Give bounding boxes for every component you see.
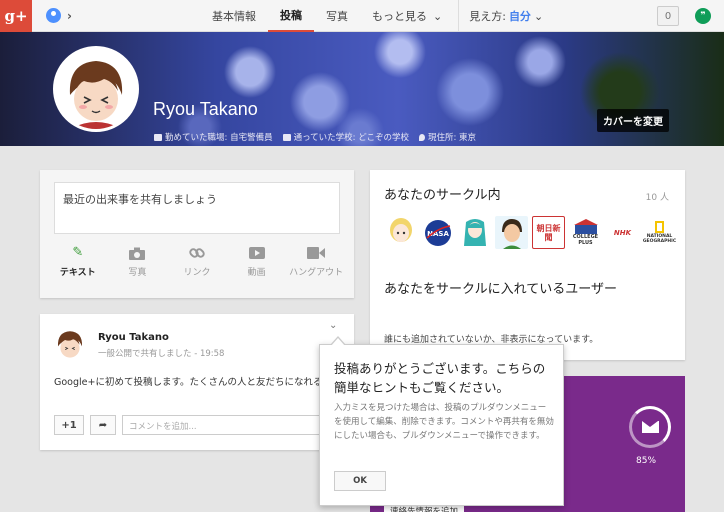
share-link-label: リンク bbox=[183, 268, 211, 278]
chevron-right-icon: › bbox=[67, 8, 72, 23]
view-as-label: 見え方: bbox=[469, 10, 506, 23]
circle-member-avatar[interactable]: NASA bbox=[421, 216, 454, 249]
completion-percent: 85% bbox=[636, 456, 657, 466]
post-author-avatar[interactable] bbox=[54, 328, 86, 360]
share-photo-label: 写真 bbox=[128, 268, 147, 278]
avatar-illustration bbox=[54, 328, 86, 360]
natgeo-frame-icon bbox=[655, 221, 664, 233]
share-hangout-label: ハングアウト bbox=[289, 268, 344, 278]
share-text-button[interactable]: ✎ テキスト bbox=[48, 245, 108, 279]
circle-member-label: NATIONAL GEOGRAPHIC bbox=[643, 234, 676, 244]
share-video-button[interactable]: 動画 bbox=[227, 246, 287, 278]
graduation-cap-icon bbox=[282, 133, 291, 141]
tab-posts[interactable]: 投稿 bbox=[268, 0, 314, 32]
circles-card: あなたのサークル内 10 人 NASA 朝日新聞 COLLEGE PLUS NH… bbox=[370, 170, 685, 360]
circles-title: あなたのサークル内 bbox=[384, 188, 501, 203]
chevron-down-icon: ⌄ bbox=[533, 9, 544, 23]
share-hangout-button[interactable]: ハングアウト bbox=[286, 246, 346, 278]
hangouts-icon[interactable]: ❞ bbox=[695, 8, 711, 24]
profile-icon bbox=[46, 8, 61, 23]
tab-more[interactable]: もっと見る ⌄ bbox=[360, 0, 454, 32]
location-info: 現住所: 東京 bbox=[418, 131, 477, 143]
popup-body: 入力ミスを見つけた場合は、投稿のプルダウンメニューを使用して編集、削除できます。… bbox=[334, 403, 554, 441]
post-card: Ryou Takano 一般公開で共有しました - 19:58 ⌄ Google… bbox=[40, 314, 354, 450]
profile-name: Ryou Takano bbox=[153, 99, 258, 119]
share-text-label: テキスト bbox=[59, 268, 96, 278]
pencil-icon: ✎ bbox=[72, 245, 84, 260]
tab-photos[interactable]: 写真 bbox=[314, 0, 360, 32]
link-icon bbox=[188, 246, 206, 260]
tab-more-label: もっと見る bbox=[372, 10, 427, 23]
school-text: 通っていた学校: どこぞの学校 bbox=[293, 133, 409, 143]
in-circles-title: あなたをサークルに入れているユーザー bbox=[384, 282, 617, 297]
share-input[interactable]: 最近の出来事を共有しましょう bbox=[54, 182, 340, 234]
circle-member-label: 朝日新聞 bbox=[536, 223, 561, 242]
share-link-button[interactable]: リンク bbox=[167, 246, 227, 278]
post-tips-popup: 投稿ありがとうございます。こちらの簡単なヒントもご覧ください。 入力ミスを見つけ… bbox=[319, 336, 564, 506]
tab-about[interactable]: 基本情報 bbox=[200, 0, 268, 32]
circle-member-avatar[interactable] bbox=[384, 216, 417, 249]
view-as-selector[interactable]: 見え方: 自分 ⌄ bbox=[459, 0, 553, 32]
comment-input[interactable]: コメントを追加... bbox=[122, 415, 322, 435]
post-text: Google+に初めて投稿します。たくさんの人と友だちになれるといいな bbox=[54, 377, 340, 388]
top-bar: g+ › 基本情報 投稿 写真 もっと見る ⌄ 見え方: 自分 ⌄ 0 ❞ bbox=[0, 0, 724, 32]
google-plus-logo[interactable]: g+ bbox=[0, 0, 32, 32]
circle-member-label: COLLEGE PLUS bbox=[572, 234, 599, 246]
circle-member-avatar[interactable]: NATIONAL GEOGRAPHIC bbox=[643, 216, 676, 249]
progress-ring bbox=[629, 406, 671, 448]
chevron-down-icon: ⌄ bbox=[433, 9, 443, 23]
view-as-value: 自分 bbox=[508, 10, 531, 23]
work-info: 勤めていた職場: 自宅警備員 bbox=[154, 131, 273, 143]
popup-title: 投稿ありがとうございます。こちらの簡単なヒントもご覧ください。 bbox=[334, 361, 546, 395]
share-photo-button[interactable]: 写真 bbox=[108, 246, 168, 278]
mail-icon bbox=[641, 421, 659, 433]
profile-switcher[interactable]: › bbox=[46, 8, 72, 23]
circle-member-avatar[interactable]: 朝日新聞 bbox=[532, 216, 565, 249]
circle-member-avatar[interactable] bbox=[495, 216, 528, 249]
circle-member-avatar[interactable] bbox=[458, 216, 491, 249]
circle-avatars: NASA 朝日新聞 COLLEGE PLUS NHK NATIONAL GEOG… bbox=[384, 216, 676, 249]
circle-member-avatar[interactable]: NHK bbox=[606, 216, 639, 249]
share-video-label: 動画 bbox=[247, 268, 266, 278]
share-arrow-icon: ➦ bbox=[98, 419, 108, 431]
post-author-name[interactable]: Ryou Takano bbox=[98, 332, 169, 343]
post-meta: 一般公開で共有しました - 19:58 bbox=[98, 349, 225, 359]
reshare-button[interactable]: ➦ bbox=[90, 415, 116, 435]
work-text: 勤めていた職場: 自宅警備員 bbox=[165, 133, 273, 143]
post-actions: +1 ➦ コメントを追加... bbox=[54, 415, 322, 435]
school-info: 通っていた学校: どこぞの学校 bbox=[282, 131, 409, 143]
post-menu-chevron-icon[interactable]: ⌄ bbox=[329, 320, 337, 331]
popup-ok-button[interactable]: OK bbox=[334, 471, 386, 491]
video-icon bbox=[248, 246, 266, 260]
share-box: 最近の出来事を共有しましょう ✎ テキスト 写真 リンク 動画 ハングアウト bbox=[40, 170, 354, 298]
change-cover-button[interactable]: カバーを変更 bbox=[597, 109, 669, 132]
profile-avatar[interactable] bbox=[53, 46, 139, 132]
share-actions: ✎ テキスト 写真 リンク 動画 ハングアウト bbox=[40, 245, 354, 279]
circle-member-label: NASA bbox=[427, 230, 449, 238]
circles-count[interactable]: 10 人 bbox=[646, 190, 669, 203]
briefcase-icon bbox=[154, 133, 162, 141]
profile-meta: 勤めていた職場: 自宅警備員 通っていた学校: どこぞの学校 現住所: 東京 bbox=[154, 131, 476, 143]
profile-nav: 基本情報 投稿 写真 もっと見る ⌄ 見え方: 自分 ⌄ bbox=[200, 0, 553, 32]
location-pin-icon bbox=[418, 133, 425, 141]
camera-icon bbox=[128, 246, 146, 260]
circle-member-avatar[interactable]: COLLEGE PLUS bbox=[569, 216, 602, 249]
hangout-camera-icon bbox=[307, 246, 326, 260]
plus-one-button[interactable]: +1 bbox=[54, 415, 84, 435]
location-text: 現住所: 東京 bbox=[427, 133, 477, 143]
notification-count-button[interactable]: 0 bbox=[657, 6, 679, 26]
avatar-illustration bbox=[56, 49, 136, 129]
circle-member-label: NHK bbox=[613, 228, 632, 237]
